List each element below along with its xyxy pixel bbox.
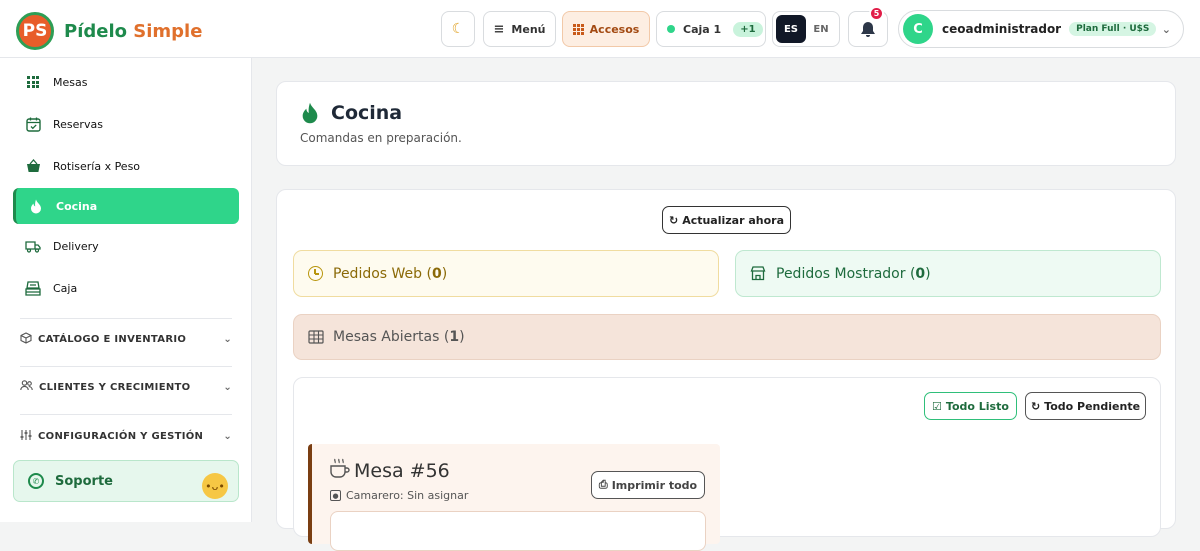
logo-badge: PS [16,12,54,50]
calendar-icon [25,116,41,132]
plan-badge: Plan Full · U$S [1069,22,1157,36]
users-icon [20,380,33,394]
coffee-cup-icon [330,458,350,478]
moon-icon: ☾ [451,21,465,37]
page-title: Cocina [331,102,403,124]
grid-icon [572,23,584,35]
hamburger-icon: ≡ [493,21,505,37]
chevron-down-icon: ⌄ [223,333,232,345]
refresh-icon: ↻ [1030,399,1041,413]
brand-logo[interactable]: PS Pídelo Simple [16,12,202,50]
register-count-badge: +1 [733,21,763,37]
avatar: C [903,14,933,44]
sidebar-divider [20,318,232,319]
kitchen-board: ↻ Actualizar ahora Pedidos Web (0) Pedid… [276,189,1176,551]
all-ready-button[interactable]: ☑ Todo Listo [924,392,1017,420]
open-tables-content: ☑ Todo Listo ↻ Todo Pendiente Mesa #56 ●… [293,377,1161,551]
store-icon [750,266,766,281]
flame-icon [302,102,318,124]
notifications-button[interactable]: 5 [848,6,888,47]
sidebar-item-delivery[interactable]: Delivery [13,228,239,264]
register-selector[interactable]: Caja 1 +1 [656,11,766,47]
status-dot-icon [667,25,675,33]
chevron-down-icon: ⌄ [223,381,232,393]
language-switcher: ES EN [772,11,840,47]
table-title: Mesa #56 [354,460,450,482]
sidebar: Mesas Reservas Rotisería x Peso Cocina D… [0,58,252,522]
page-subtitle: Comandas en preparación. [300,131,462,145]
check-square-icon: ☑ [932,399,942,413]
table-order-card: Mesa #56 ● Camarero: Sin asignar ⎙ Impri… [308,444,720,551]
chevron-down-icon: ⌄ [223,430,232,442]
printer-icon: ⎙ [598,478,608,491]
page-header-card: Cocina Comandas en preparación. [276,81,1176,166]
menu-button[interactable]: ≡ Menú [483,11,556,47]
truck-icon [25,238,41,254]
sidebar-item-cocina[interactable]: Cocina [13,188,239,224]
sidebar-divider [20,414,232,415]
sidebar-section-catalogo[interactable]: CATÁLOGO E INVENTARIO ⌄ [20,324,232,354]
user-icon: ● [330,490,341,501]
chevron-down-icon: ⌄ [1161,22,1171,36]
waiter-info: ● Camarero: Sin asignar [330,489,468,502]
sidebar-item-reservas[interactable]: Reservas [13,106,239,142]
cash-register-icon [25,280,41,296]
access-button[interactable]: Accesos [562,11,650,47]
counter-orders-count: 0 [915,265,926,282]
refresh-icon: ↻ [668,213,679,227]
lang-es-option[interactable]: ES [776,15,806,43]
sliders-icon [20,429,32,444]
all-pending-button[interactable]: ↻ Todo Pendiente [1025,392,1146,420]
table-grid-icon [308,330,324,344]
sidebar-item-caja[interactable]: Caja [13,270,239,306]
grid-icon [25,74,41,90]
user-menu[interactable]: C ceoadministrador Plan Full · U$S ⌄ [898,10,1184,48]
whatsapp-icon: ✆ [28,473,44,489]
counter-orders-panel[interactable]: Pedidos Mostrador (0) [735,250,1161,297]
open-tables-panel[interactable]: Mesas Abiertas (1) [293,314,1161,360]
refresh-button[interactable]: ↻ Actualizar ahora [662,206,791,234]
thinking-face-icon: •ᴗ• [202,473,228,499]
support-button[interactable]: ✆ Soporte •ᴗ• [13,460,239,502]
sidebar-section-clientes[interactable]: CLIENTES Y CRECIMIENTO ⌄ [20,372,232,402]
box-icon [20,331,32,347]
sidebar-section-configuracion[interactable]: CONFIGURACIÓN Y GESTIÓN ⌄ [20,421,232,451]
theme-toggle-button[interactable]: ☾ [441,11,475,47]
notification-count-badge: 5 [869,6,884,21]
basket-icon [25,158,41,174]
brand-name: Pídelo Simple [64,20,203,42]
user-name: ceoadministrador [942,22,1062,36]
lang-en-option[interactable]: EN [806,24,836,35]
web-orders-panel[interactable]: Pedidos Web (0) [293,250,719,297]
sidebar-item-mesas[interactable]: Mesas [13,64,239,100]
sidebar-item-rotiseria[interactable]: Rotisería x Peso [13,148,239,184]
top-bar: PS Pídelo Simple ☾ ≡ Menú Accesos Caja 1… [0,0,1200,58]
sidebar-divider [20,366,232,367]
print-all-button[interactable]: ⎙ Imprimir todo [591,471,705,499]
flame-icon [28,198,44,214]
web-orders-count: 0 [431,265,442,282]
open-tables-count: 1 [449,329,460,345]
bell-icon [861,21,875,37]
order-item-row [330,511,706,551]
clock-icon [308,266,323,281]
